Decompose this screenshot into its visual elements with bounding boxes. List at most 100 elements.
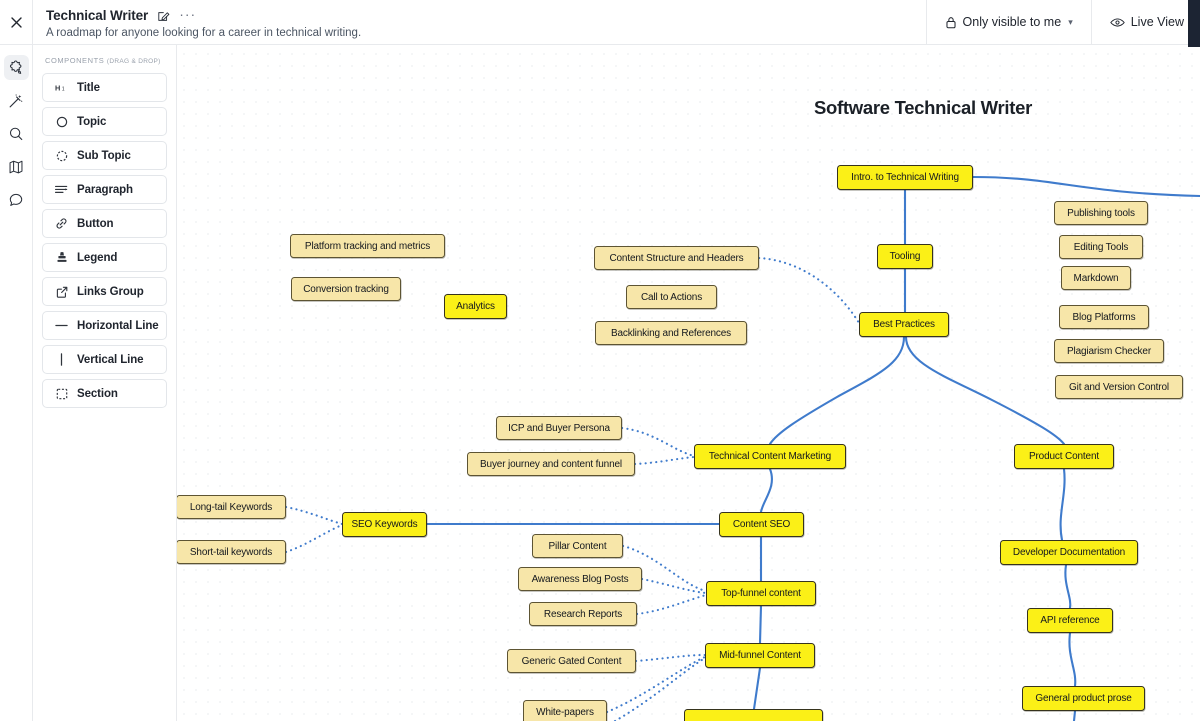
node-label: Awareness Blog Posts xyxy=(531,573,629,585)
chevron-down-icon: ▾ xyxy=(1068,16,1073,27)
top-header-bar: Technical Writer ··· A roadmap for anyon… xyxy=(0,0,1200,45)
component-item-sub-topic[interactable]: Sub Topic xyxy=(42,141,167,170)
component-item-title[interactable]: H 1 Title xyxy=(42,73,167,102)
rail-item-search[interactable] xyxy=(4,121,29,146)
node-research-reports[interactable]: Research Reports xyxy=(529,602,637,626)
node-analytics[interactable]: Analytics xyxy=(444,294,507,319)
node-label: Tooling xyxy=(889,251,921,262)
node-label: SEO Keywords xyxy=(351,519,418,530)
node-content-seo[interactable]: Content SEO xyxy=(719,512,804,537)
component-item-legend[interactable]: Legend xyxy=(42,243,167,272)
node-generic-gated-content[interactable]: Generic Gated Content xyxy=(507,649,636,673)
node-git-and-version-control[interactable]: Git and Version Control xyxy=(1055,375,1183,399)
node-conversion-tracking[interactable]: Conversion tracking xyxy=(291,277,401,301)
node-general-product-prose[interactable]: General product prose xyxy=(1022,686,1145,711)
visibility-label: Only visible to me xyxy=(962,15,1062,29)
component-item-button[interactable]: Button xyxy=(42,209,167,238)
rail-item-magic[interactable] xyxy=(4,88,29,113)
roadmap-canvas[interactable]: Software Technical Writer Intro. to Tech… xyxy=(177,45,1200,721)
node-top-funnel-content[interactable]: Top-funnel content xyxy=(706,581,816,606)
node-label: Publishing tools xyxy=(1067,207,1135,219)
component-label: Legend xyxy=(77,251,118,264)
close-button[interactable] xyxy=(0,0,33,44)
edit-pencil-icon xyxy=(158,11,170,21)
node-product-content[interactable]: Product Content xyxy=(1014,444,1114,469)
node-label: Product Content xyxy=(1028,451,1100,462)
node-buyer-journey-and-content-funnel[interactable]: Buyer journey and content funnel xyxy=(467,452,635,476)
live-view-label: Live View xyxy=(1130,15,1184,29)
edit-title-button[interactable] xyxy=(157,10,170,23)
node-technical-content-marketing[interactable]: Technical Content Marketing xyxy=(694,444,846,469)
node-label: ICP and Buyer Persona xyxy=(508,422,610,434)
node-label: Mid-funnel Content xyxy=(719,650,801,661)
close-icon xyxy=(10,16,22,28)
node-short-tail-keywords[interactable]: Short-tail keywords xyxy=(177,540,286,564)
node-developer-documentation[interactable]: Developer Documentation xyxy=(1000,540,1138,565)
node-label: Editing Tools xyxy=(1073,241,1129,253)
component-label: Button xyxy=(77,217,114,230)
node-label: Platform tracking and metrics xyxy=(304,240,431,252)
node-platform-tracking-and-metrics[interactable]: Platform tracking and metrics xyxy=(290,234,445,258)
node-label: Short-tail keywords xyxy=(189,546,273,558)
component-label: Links Group xyxy=(77,285,144,298)
node-best-practices[interactable]: Best Practices xyxy=(859,312,949,337)
link-chain-icon xyxy=(55,217,68,230)
component-label: Title xyxy=(77,81,100,94)
node-tooling[interactable]: Tooling xyxy=(877,244,933,269)
components-panel-heading: COMPONENTS (DRAG & DROP) xyxy=(45,56,167,65)
heading-h1-icon: H 1 xyxy=(55,81,68,94)
component-item-links-group[interactable]: Links Group xyxy=(42,277,167,306)
svg-text:1: 1 xyxy=(62,87,65,93)
paragraph-lines-icon xyxy=(55,183,68,196)
node-label: Backlinking and References xyxy=(610,327,732,339)
node-label: Markdown xyxy=(1073,272,1119,284)
node-editing-tools[interactable]: Editing Tools xyxy=(1059,235,1143,259)
vertical-line-icon xyxy=(55,353,68,366)
node-backlinking-and-references[interactable]: Backlinking and References xyxy=(595,321,747,345)
component-item-horizontal-line[interactable]: Horizontal Line xyxy=(42,311,167,340)
node-content-structure-and-headers[interactable]: Content Structure and Headers xyxy=(594,246,759,270)
node-api-reference[interactable]: API reference xyxy=(1027,608,1113,633)
component-label: Paragraph xyxy=(77,183,133,196)
more-options-button[interactable]: ··· xyxy=(179,7,196,23)
node-label: Best Practices xyxy=(873,319,935,330)
rail-item-comment[interactable] xyxy=(4,187,29,212)
external-link-icon xyxy=(55,285,68,298)
node-icp-and-buyer-persona[interactable]: ICP and Buyer Persona xyxy=(496,416,622,440)
map-icon xyxy=(9,160,23,173)
node-awareness-blog-posts[interactable]: Awareness Blog Posts xyxy=(518,567,642,591)
node-intro-to-technical-writing[interactable]: Intro. to Technical Writing xyxy=(837,165,973,190)
live-view-button[interactable]: Live View xyxy=(1090,0,1200,44)
component-item-topic[interactable]: Topic xyxy=(42,107,167,136)
node-publishing-tools[interactable]: Publishing tools xyxy=(1054,201,1148,225)
node-long-tail-keywords[interactable]: Long-tail Keywords xyxy=(177,495,286,519)
dashed-circle-icon xyxy=(55,149,68,162)
node-white-papers[interactable]: White-papers xyxy=(523,700,607,721)
node-label: Long-tail Keywords xyxy=(189,501,273,513)
node-seo-keywords[interactable]: SEO Keywords xyxy=(342,512,427,537)
node-label: Content Structure and Headers xyxy=(609,252,744,264)
node-markdown[interactable]: Markdown xyxy=(1061,266,1131,290)
node-label: Developer Documentation xyxy=(1012,547,1126,558)
node-label: Blog Platforms xyxy=(1072,311,1136,323)
node-bottom-partial[interactable] xyxy=(684,709,823,721)
rail-item-components[interactable] xyxy=(3,55,29,80)
visibility-selector[interactable]: Only visible to me ▾ xyxy=(925,0,1091,44)
node-blog-platforms[interactable]: Blog Platforms xyxy=(1059,305,1149,329)
node-call-to-actions[interactable]: Call to Actions xyxy=(626,285,717,309)
component-item-paragraph[interactable]: Paragraph xyxy=(42,175,167,204)
svg-text:H: H xyxy=(55,84,60,93)
component-item-section[interactable]: Section xyxy=(42,379,167,408)
components-puzzle-icon xyxy=(9,59,22,74)
rail-item-map[interactable] xyxy=(4,154,29,179)
node-plagiarism-checker[interactable]: Plagiarism Checker xyxy=(1054,339,1164,363)
component-label: Horizontal Line xyxy=(77,319,159,332)
component-item-vertical-line[interactable]: Vertical Line xyxy=(42,345,167,374)
node-pillar-content[interactable]: Pillar Content xyxy=(532,534,623,558)
node-label: Git and Version Control xyxy=(1069,381,1169,393)
node-label: Pillar Content xyxy=(548,540,607,552)
node-mid-funnel-content[interactable]: Mid-funnel Content xyxy=(705,643,815,668)
eye-icon xyxy=(1109,17,1125,27)
node-label: Research Reports xyxy=(543,608,623,620)
node-label: Conversion tracking xyxy=(303,283,389,295)
